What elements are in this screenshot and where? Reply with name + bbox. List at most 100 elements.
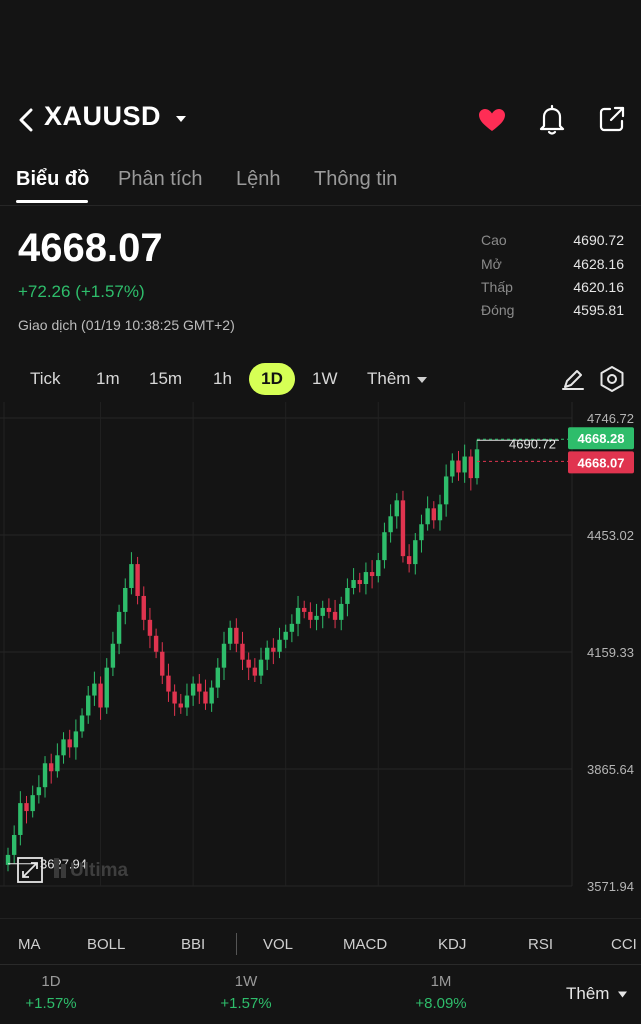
- candle-body: [400, 500, 406, 557]
- candle-body: [431, 508, 437, 521]
- indicator-macd[interactable]: MACD: [343, 936, 387, 953]
- more-dropdown-icon[interactable]: [417, 376, 427, 384]
- settings-hexagon-icon[interactable]: [598, 365, 626, 393]
- candle-body: [55, 755, 60, 772]
- candle-body: [209, 687, 214, 704]
- candle-body: [227, 627, 233, 644]
- candle-body: [178, 703, 183, 708]
- y-tick-label: 3865.64: [587, 762, 634, 777]
- candle-body: [326, 607, 332, 612]
- candle-body: [98, 683, 103, 708]
- candle-body: [252, 667, 258, 676]
- perf-1m-value: +8.09%: [415, 995, 467, 1012]
- interval-1h[interactable]: 1h: [213, 369, 232, 389]
- draw-pen-icon[interactable]: [560, 366, 586, 392]
- candle-body: [203, 691, 208, 704]
- y-tick-label: 4746.72: [587, 411, 634, 426]
- candle-body: [166, 675, 171, 692]
- candle-body: [320, 607, 325, 616]
- candle-body: [443, 476, 449, 505]
- candle-body: [18, 803, 23, 835]
- active-tab-indicator: [16, 200, 88, 203]
- candle-body: [86, 695, 91, 716]
- candle-body: [388, 516, 393, 533]
- perf-1m-label: 1M: [430, 973, 452, 990]
- stat-high-label: Cao: [481, 232, 507, 248]
- candle-body: [376, 560, 381, 577]
- indicator-cci[interactable]: CCI: [611, 936, 637, 953]
- candle-body: [61, 739, 66, 756]
- tab-analysis[interactable]: Phân tích: [118, 168, 203, 191]
- candle-body: [456, 460, 461, 473]
- back-arrow-icon[interactable]: [12, 104, 42, 136]
- tab-info[interactable]: Thông tin: [314, 168, 397, 191]
- candle-body: [277, 639, 282, 652]
- candle-body: [302, 607, 307, 612]
- performance-more-dropdown-icon[interactable]: [618, 991, 627, 998]
- chart-bottom-divider: [0, 918, 641, 919]
- candle-body: [258, 659, 264, 676]
- x-tick-label: 7/09: [4, 900, 29, 902]
- candle-body: [48, 763, 54, 772]
- candle-body: [135, 564, 140, 596]
- candle-body: [345, 587, 350, 604]
- candle-body: [369, 572, 375, 577]
- expand-chart-icon[interactable]: [17, 857, 43, 883]
- indicator-boll[interactable]: BOLL: [87, 936, 125, 953]
- symbol-dropdown-icon[interactable]: [174, 112, 188, 126]
- stat-open-label: Mở: [481, 256, 502, 272]
- favorite-heart-icon[interactable]: [476, 104, 508, 136]
- candle-body: [437, 504, 443, 521]
- stat-low-value: 4620.16: [573, 279, 624, 295]
- stat-high-value: 4690.72: [573, 232, 624, 248]
- y-tick-label: 4159.33: [587, 645, 634, 660]
- indicator-rsi[interactable]: RSI: [528, 936, 553, 953]
- chart-overlays: 4690.723627.944668.284668.07: [8, 427, 634, 872]
- indicator-vol[interactable]: VOL: [263, 936, 293, 953]
- candle-body: [36, 787, 42, 796]
- chart-grid: 4746.72 4453.02 4159.33 3865.64 3571.94 7/09 1…: [0, 402, 634, 902]
- candle-body: [234, 627, 239, 644]
- indicator-bbi[interactable]: BBI: [181, 936, 205, 953]
- interval-tick[interactable]: Tick: [30, 369, 61, 389]
- indicator-ma[interactable]: MA: [18, 936, 41, 953]
- candle-body: [147, 619, 153, 636]
- interval-1w[interactable]: 1W: [312, 369, 338, 389]
- candle-body: [406, 556, 412, 565]
- tabs-divider: [0, 205, 641, 206]
- trade-timestamp: Giao dịch (01/19 10:38:25 GMT+2): [18, 317, 235, 333]
- interval-more[interactable]: Thêm: [367, 369, 410, 389]
- interval-15m[interactable]: 15m: [149, 369, 182, 389]
- indicator-kdj[interactable]: KDJ: [438, 936, 466, 953]
- candle-body: [382, 532, 387, 561]
- interval-1m[interactable]: 1m: [96, 369, 120, 389]
- candle-body: [190, 683, 196, 696]
- candle-body: [425, 508, 430, 525]
- ask-price-label: 4668.07: [578, 455, 625, 470]
- candle-body: [184, 695, 190, 708]
- candle-body: [308, 611, 313, 620]
- tab-orders[interactable]: Lệnh: [236, 168, 281, 191]
- performance-more[interactable]: Thêm: [566, 984, 609, 1004]
- x-tick-label: 12/10: [84, 900, 117, 902]
- high-marker-label: 4690.72: [509, 436, 556, 451]
- x-tick-label: 28/11: [270, 900, 302, 902]
- candle-body: [116, 611, 122, 644]
- candlestick-chart[interactable]: 4746.72 4453.02 4159.33 3865.64 3571.94 7/09 1…: [0, 402, 641, 902]
- candle-body: [314, 615, 319, 620]
- stat-close-label: Đóng: [481, 302, 515, 318]
- candle-body: [295, 607, 301, 624]
- candle-body: [104, 667, 109, 708]
- symbol-title[interactable]: XAUUSD: [44, 101, 161, 132]
- x-tick-label: 05/11: [177, 900, 209, 902]
- perf-1w-label: 1W: [234, 973, 258, 990]
- alert-bell-icon[interactable]: [536, 103, 568, 137]
- x-tick-label: 19/01: [448, 900, 481, 902]
- candle-body: [419, 524, 424, 541]
- stat-low-label: Thấp: [481, 279, 513, 295]
- candle-body: [172, 691, 177, 704]
- candle-body: [129, 564, 134, 588]
- share-icon[interactable]: [596, 103, 628, 135]
- tab-chart[interactable]: Biểu đồ: [16, 168, 89, 191]
- interval-1d[interactable]: 1D: [249, 363, 295, 395]
